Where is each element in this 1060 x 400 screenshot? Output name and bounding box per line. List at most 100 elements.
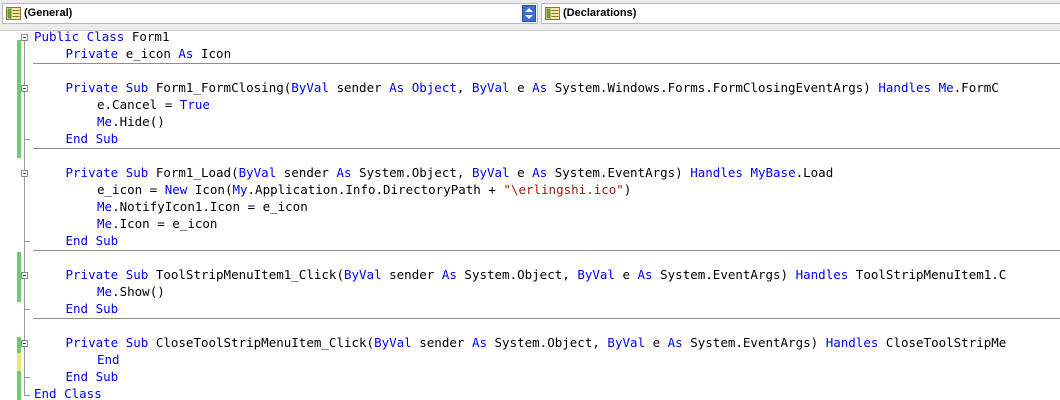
class-name-combobox[interactable]: (General) xyxy=(2,3,538,24)
keyword-token: End Sub xyxy=(65,301,119,316)
code-line[interactable]: End Sub xyxy=(66,233,119,250)
outline-collapse-toggle[interactable] xyxy=(21,170,28,177)
code-line[interactable]: End Class xyxy=(34,386,102,400)
code-line[interactable]: Private e_icon As Icon xyxy=(66,46,232,63)
change-bar-saved xyxy=(17,40,21,158)
code-token: sender xyxy=(411,335,472,350)
keyword-token: ByVal xyxy=(577,267,615,282)
outline-collapse-toggle[interactable] xyxy=(21,272,28,279)
keyword-token: As xyxy=(471,335,487,350)
procedure-separator xyxy=(33,318,1060,319)
keyword-token: ByVal xyxy=(291,80,329,95)
outline-collapse-toggle[interactable] xyxy=(21,85,28,92)
string-token: "\erlingshi.ico" xyxy=(503,182,624,197)
code-token: e xyxy=(509,80,533,95)
code-token: Form1_Load( xyxy=(148,165,239,180)
keyword-token: ByVal xyxy=(374,335,412,350)
code-token: e_icon = xyxy=(97,182,165,197)
keyword-token: As xyxy=(532,80,548,95)
keyword-token: End Sub xyxy=(65,369,119,384)
code-line[interactable]: Me.Show() xyxy=(97,284,165,301)
keyword-token: As xyxy=(532,165,548,180)
outline-guide-line xyxy=(24,279,25,309)
code-token: ToolStripMenuItem1_Click( xyxy=(148,267,344,282)
code-line[interactable]: Private Sub CloseToolStripMenuItem_Click… xyxy=(66,335,1007,352)
code-token: ToolStripMenuItem1.C xyxy=(848,267,1007,282)
procedure-separator xyxy=(33,148,1060,149)
keyword-token: End xyxy=(97,352,120,367)
keyword-token: Private Sub xyxy=(65,335,149,350)
keyword-token: End Sub xyxy=(65,131,119,146)
keyword-token: ByVal xyxy=(238,165,277,180)
code-token: sender xyxy=(381,267,442,282)
code-line[interactable]: End Sub xyxy=(66,369,119,386)
keyword-token: ByVal xyxy=(607,335,646,350)
code-line[interactable]: Private Sub Form1_FormClosing(ByVal send… xyxy=(66,80,999,97)
code-line[interactable]: End xyxy=(97,352,120,369)
code-line[interactable]: End Sub xyxy=(66,301,119,318)
keyword-token: As xyxy=(336,165,352,180)
code-line[interactable]: Me.NotifyIcon1.Icon = e_icon xyxy=(97,199,308,216)
code-line[interactable]: Private Sub Form1_Load(ByVal sender As S… xyxy=(66,165,834,182)
code-token: CloseToolStripMe xyxy=(878,335,1007,350)
outline-guide-line xyxy=(24,92,25,139)
procedure-separator xyxy=(33,250,1060,251)
code-line[interactable]: Me.Icon = e_icon xyxy=(97,216,217,233)
outline-end-marker xyxy=(24,377,30,378)
keyword-token: Handles xyxy=(795,267,849,282)
method-name-combobox-value: (Declarations) xyxy=(563,7,637,19)
keyword-token: Handles Me xyxy=(878,80,954,95)
outline-collapse-toggle[interactable] xyxy=(21,34,28,41)
code-token: .Icon = e_icon xyxy=(112,216,218,231)
code-token: System.EventArgs) xyxy=(652,267,796,282)
keyword-token: Public Class xyxy=(34,30,125,44)
code-token: .Show() xyxy=(112,284,165,299)
keyword-token: ByVal xyxy=(471,80,510,95)
code-token: .NotifyIcon1.Icon = e_icon xyxy=(112,199,308,214)
keyword-token: New xyxy=(164,182,188,197)
class-combobox-dropdown-button[interactable] xyxy=(522,5,536,22)
code-token: System.Object, xyxy=(351,165,472,180)
keyword-token: As xyxy=(667,335,683,350)
code-token: System.Windows.Forms.FormClosingEventArg… xyxy=(547,80,879,95)
code-line[interactable]: e_icon = New Icon(My.Application.Info.Di… xyxy=(97,182,631,199)
outline-guide-line xyxy=(24,177,25,241)
keyword-token: Private Sub xyxy=(65,80,149,95)
code-token: Icon xyxy=(193,46,232,61)
code-token: .Load xyxy=(795,165,834,180)
code-editor[interactable]: Public Class Form1 Private e_icon As Icon… xyxy=(0,30,1060,400)
keyword-token: True xyxy=(179,97,210,112)
change-bar-saved xyxy=(17,371,21,400)
outline-collapse-toggle[interactable] xyxy=(21,340,28,347)
code-line[interactable]: Public Class Form1 xyxy=(34,30,169,46)
keyword-token: My xyxy=(232,182,248,197)
code-token: e_icon xyxy=(118,46,179,61)
code-token: .FormC xyxy=(953,80,999,95)
code-token: e xyxy=(509,165,533,180)
code-token: .Application.Info.DirectoryPath + xyxy=(247,182,504,197)
outline-end-marker xyxy=(24,139,30,140)
keyword-token: Me xyxy=(97,199,113,214)
code-line[interactable]: e.Cancel = True xyxy=(97,97,210,114)
keyword-token: Handles MyBase xyxy=(690,165,796,180)
code-line[interactable]: Private Sub ToolStripMenuItem1_Click(ByV… xyxy=(66,267,1007,284)
class-icon xyxy=(6,7,21,20)
code-token: ) xyxy=(623,182,632,197)
keyword-token: Private xyxy=(65,46,119,61)
outline-end-marker xyxy=(24,309,30,310)
keyword-token: As xyxy=(637,267,653,282)
code-line[interactable]: Me.Hide() xyxy=(97,114,165,131)
code-token: e xyxy=(614,267,638,282)
declarations-icon xyxy=(545,7,560,20)
code-token: sender xyxy=(276,165,337,180)
keyword-token: End Class xyxy=(34,386,102,400)
code-line[interactable]: End Sub xyxy=(66,131,119,148)
keyword-token: As xyxy=(178,46,194,61)
outline-end-marker xyxy=(24,395,30,396)
code-token: CloseToolStripMenuItem_Click( xyxy=(148,335,375,350)
keyword-token: As xyxy=(441,267,457,282)
class-name-combobox-value: (General) xyxy=(24,7,73,19)
procedure-separator xyxy=(33,63,1060,64)
code-token: System.Object, xyxy=(456,267,578,282)
method-name-combobox[interactable]: (Declarations) xyxy=(541,3,1060,24)
